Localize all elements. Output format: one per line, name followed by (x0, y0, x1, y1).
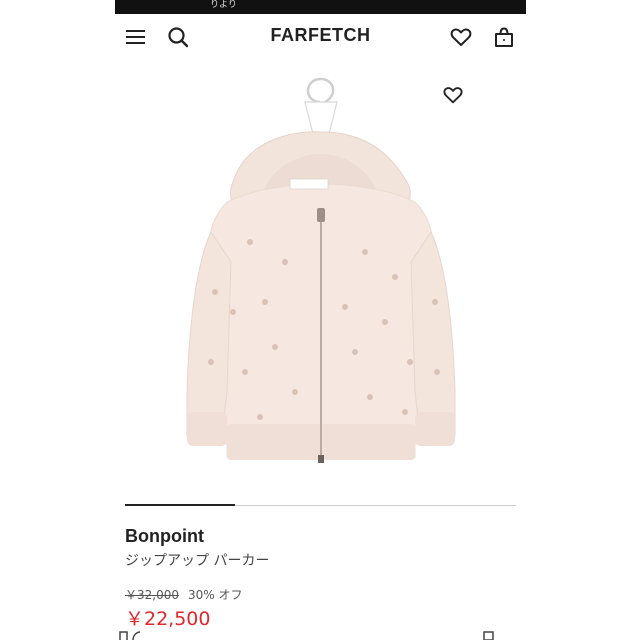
heart-outline-icon[interactable] (449, 25, 473, 49)
hoodie-image (186, 77, 456, 463)
bottom-nav-partial (119, 631, 494, 640)
product-name: ジップアップ パーカー (125, 553, 270, 569)
app-frame: りより FARFETCH Bonpoint ジップアップ パーカー ￥32,00… (115, 0, 526, 640)
header: FARFETCH (115, 14, 526, 60)
heart-outline-icon[interactable] (442, 84, 464, 106)
product-brand[interactable]: Bonpoint (125, 526, 204, 547)
status-bar: りより (115, 0, 526, 14)
image-carousel-indicator (125, 504, 235, 506)
original-price: ￥32,000 (125, 588, 179, 602)
sale-price: ￥22,500 (125, 608, 211, 630)
product-image[interactable] (115, 62, 526, 502)
discount-label: 30% オフ (188, 588, 243, 602)
status-bar-text: りより (210, 0, 237, 10)
shopping-bag-icon[interactable] (492, 25, 516, 49)
